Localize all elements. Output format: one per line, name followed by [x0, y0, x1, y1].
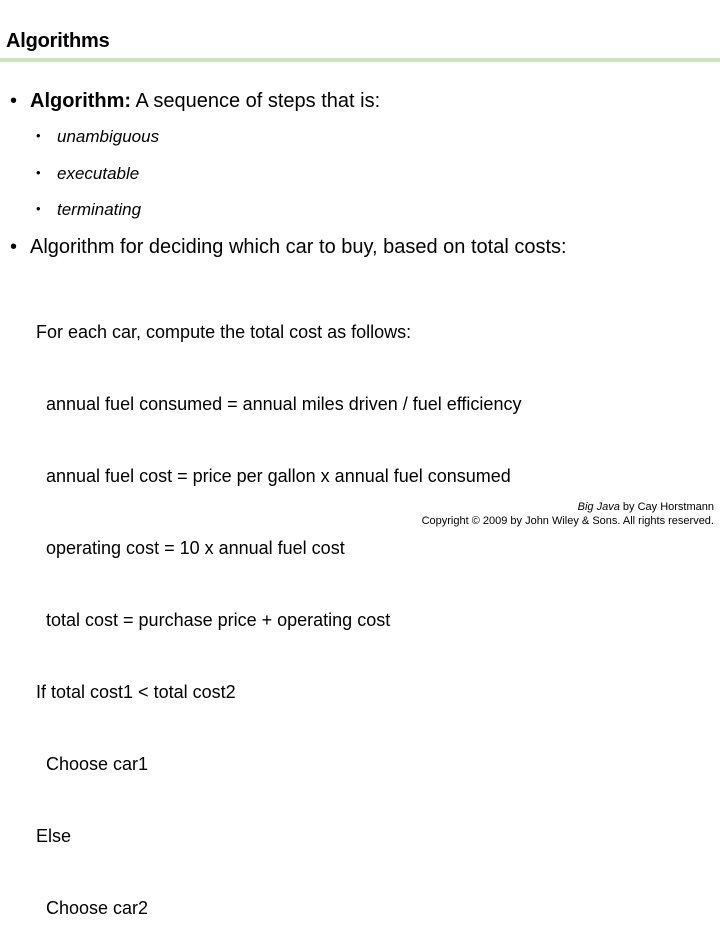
- slide-title: Algorithms: [6, 30, 110, 52]
- pseudocode-block: For each car, compute the total cost as …: [36, 272, 521, 944]
- bullet-algorithm-definition: • Algorithm: A sequence of steps that is:: [10, 90, 380, 113]
- pseudocode-line: annual fuel cost = price per gallon x an…: [36, 466, 511, 486]
- sub-bullet-text: unambiguous: [57, 127, 160, 146]
- author-text: by Cay Horstmann: [619, 501, 714, 513]
- bullet-icon: •: [10, 236, 18, 258]
- copyright-text: Copyright © 2009 by John Wiley & Sons. A…: [421, 515, 714, 527]
- pseudocode-line: Choose car1: [36, 754, 149, 774]
- pseudocode-line: Else: [36, 826, 72, 846]
- bullet-icon: •: [36, 201, 41, 216]
- bullet-icon: •: [36, 128, 41, 143]
- pseudocode-line: For each car, compute the total cost as …: [36, 322, 412, 342]
- pseudocode-line: annual fuel consumed = annual miles driv…: [36, 394, 522, 414]
- bullet-text: A sequence of steps that is:: [131, 90, 381, 112]
- book-title: Big Java: [577, 501, 620, 513]
- sub-bullet-text: terminating: [57, 200, 142, 219]
- pseudocode-line: If total cost1 < total cost2: [36, 682, 236, 702]
- sub-bullet-terminating: • terminating: [36, 200, 141, 220]
- bullet-icon: •: [10, 90, 18, 112]
- copyright-footer: Big Java by Cay Horstmann Copyright © 20…: [422, 500, 714, 528]
- sub-bullet-executable: • executable: [36, 164, 139, 184]
- sub-bullet-text: executable: [57, 164, 140, 183]
- bullet-bold-term: Algorithm:: [30, 90, 132, 112]
- pseudocode-line: total cost = purchase price + operating …: [36, 610, 391, 630]
- bullet-icon: •: [36, 165, 41, 180]
- pseudocode-line: Choose car2: [36, 898, 149, 918]
- book-credit: Big Java by Cay Horstmann: [422, 500, 714, 514]
- bullet-car-algorithm: • Algorithm for deciding which car to buy…: [10, 236, 567, 259]
- bullet-text: Algorithm for deciding which car to buy,…: [30, 236, 567, 258]
- title-divider: [0, 58, 720, 62]
- sub-bullet-unambiguous: • unambiguous: [36, 127, 159, 147]
